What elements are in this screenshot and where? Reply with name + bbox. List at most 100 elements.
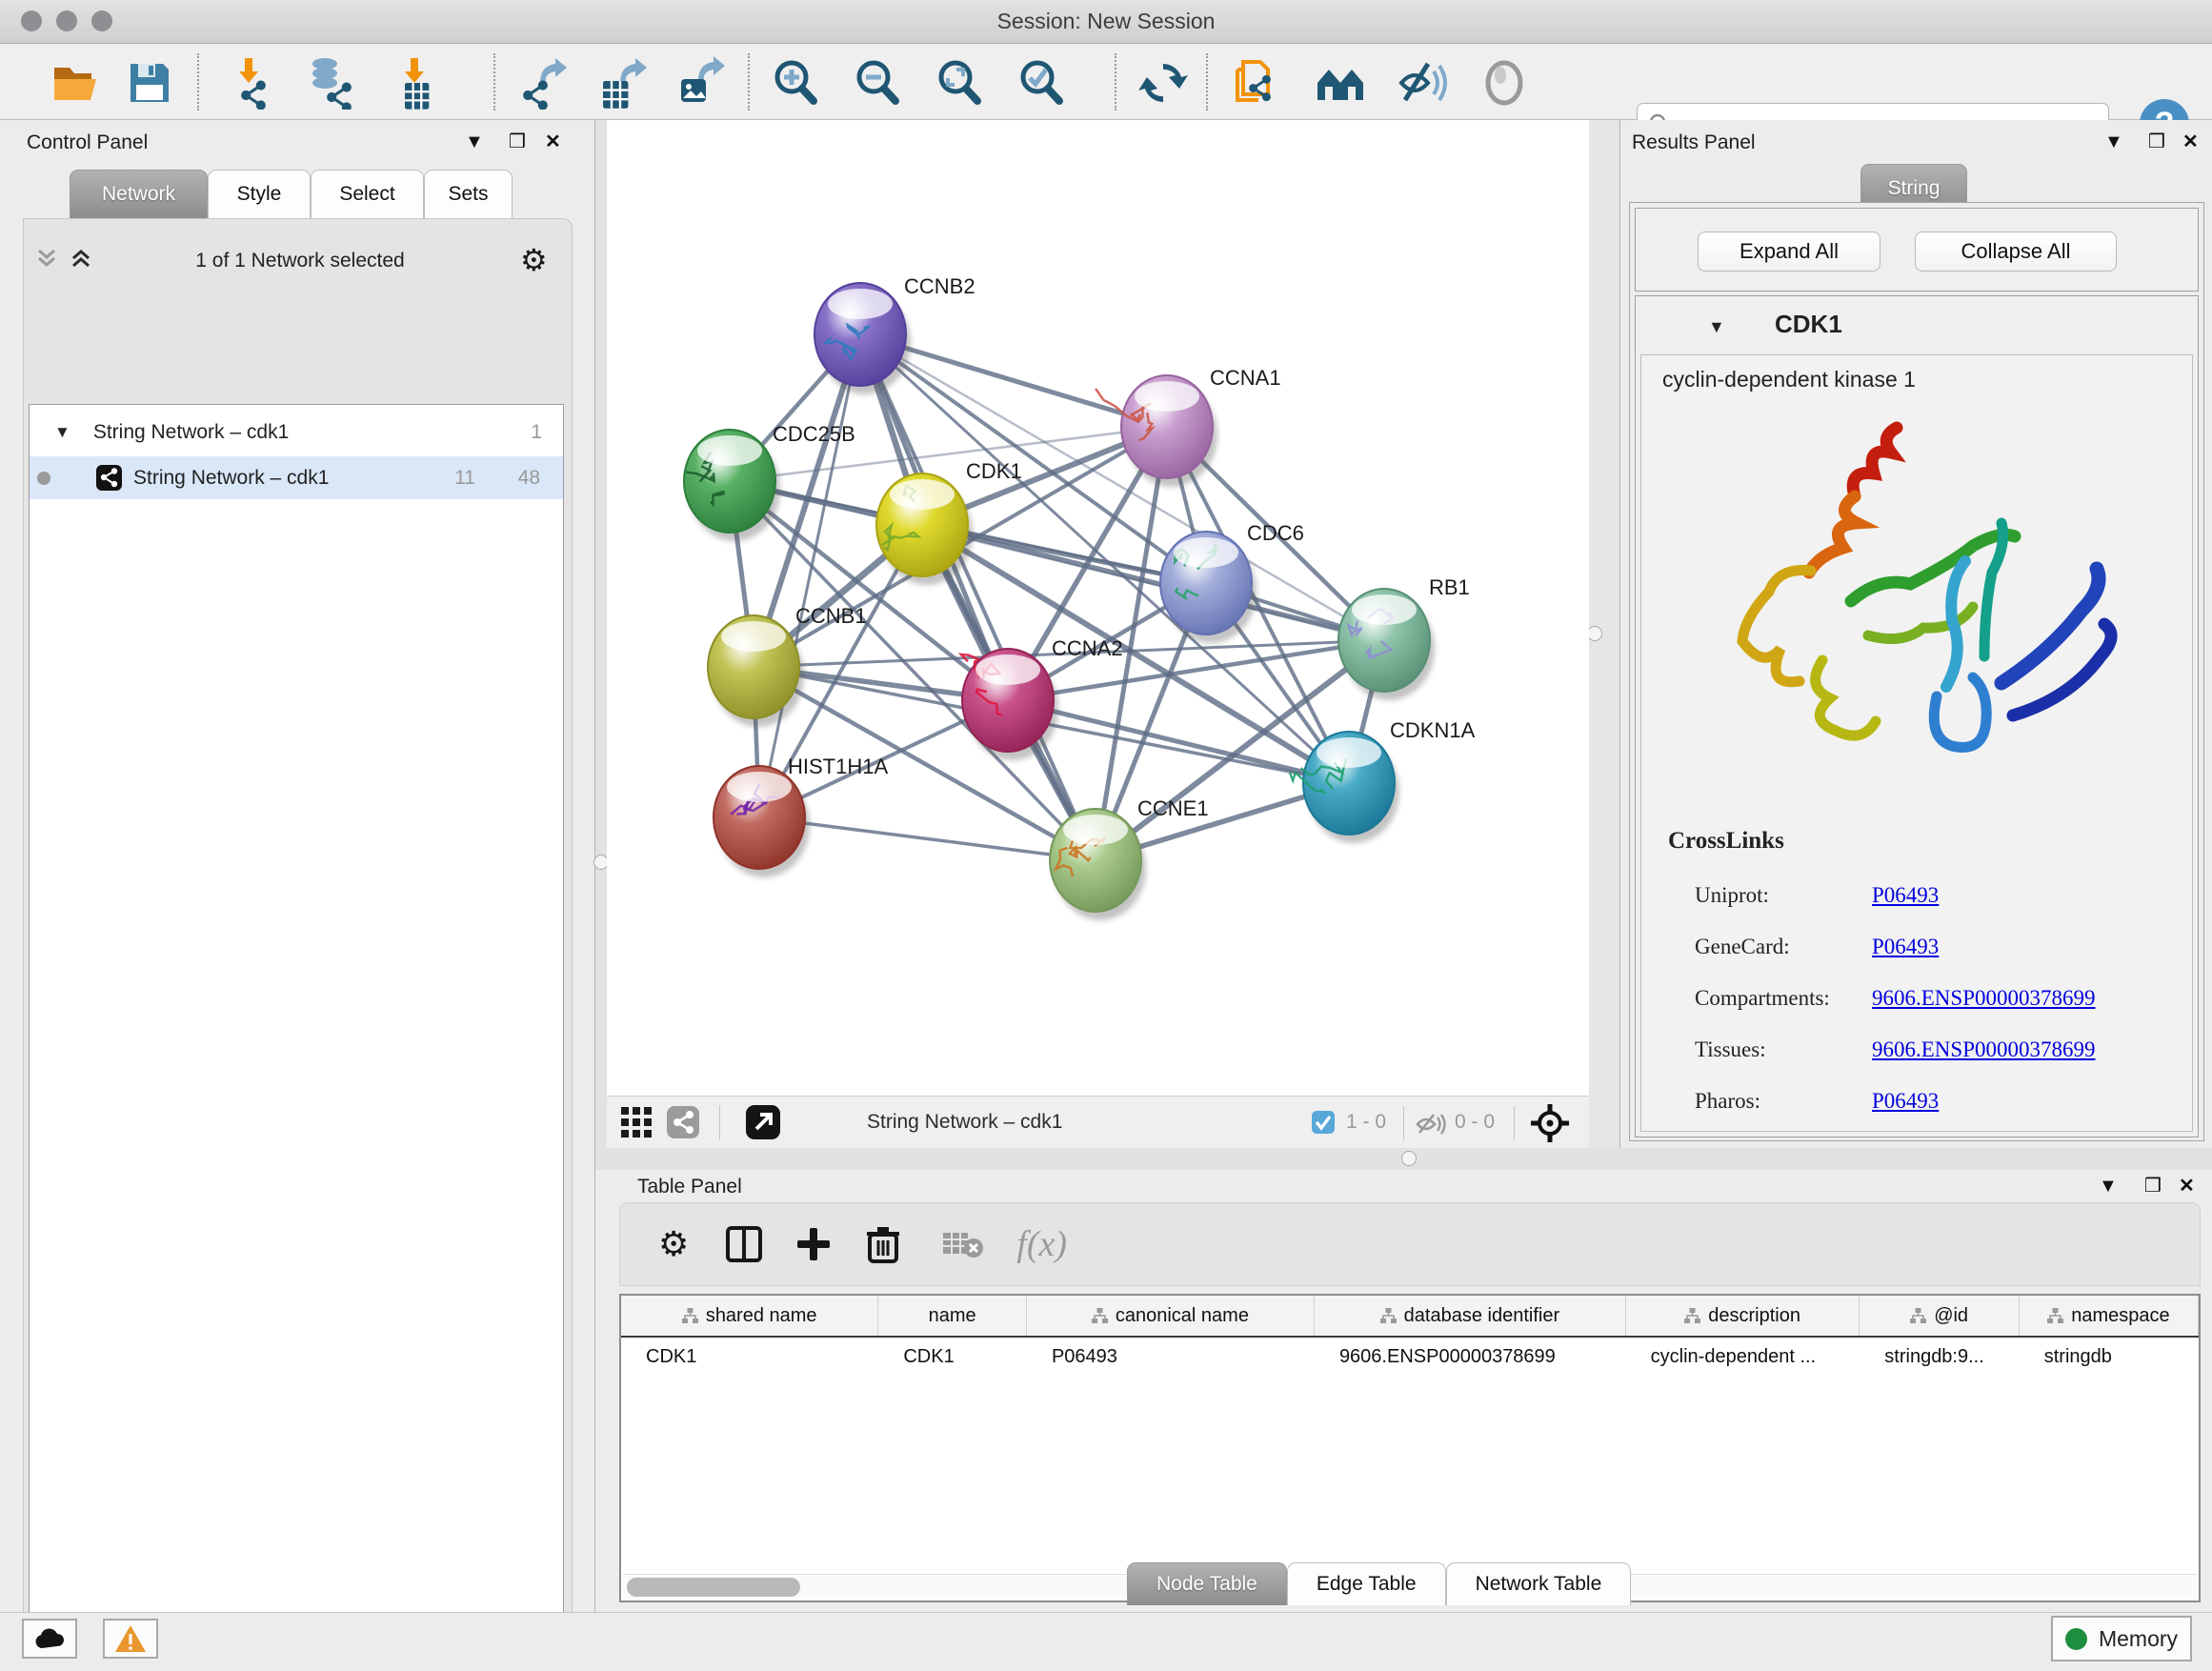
export-image-button[interactable]: [673, 55, 728, 111]
tab-sets[interactable]: Sets: [424, 170, 513, 218]
column-header-canonical-name[interactable]: canonical name: [1027, 1296, 1315, 1336]
import-network-file-button[interactable]: [225, 55, 280, 111]
edge-CCNB2-CCNE1[interactable]: [860, 334, 1096, 860]
zoom-in-button[interactable]: [768, 55, 823, 111]
zoom-out-button[interactable]: [850, 55, 905, 111]
crosslink-link[interactable]: 9606.ENSP00000378699: [1872, 1037, 2096, 1062]
results-panel-collapse-icon[interactable]: ▼: [2104, 131, 2123, 153]
import-table-button[interactable]: [389, 55, 444, 111]
warning-button[interactable]: [103, 1619, 158, 1659]
collapse-all-networks-icon[interactable]: [34, 246, 59, 271]
open-session-button[interactable]: [50, 55, 105, 111]
column-header-database-identifier[interactable]: database identifier: [1315, 1296, 1626, 1336]
create-column-plus-icon[interactable]: [795, 1226, 832, 1262]
node-label-CDK1: CDK1: [966, 459, 1022, 483]
right-splitter-handle[interactable]: [1587, 626, 1602, 641]
control-panel-float-icon[interactable]: ❒: [509, 130, 526, 153]
column-header-shared-name[interactable]: shared name: [621, 1296, 878, 1336]
export-network-button[interactable]: [514, 55, 570, 111]
results-panel-close-icon[interactable]: ✕: [2182, 130, 2199, 153]
control-panel-close-icon[interactable]: ✕: [545, 130, 561, 153]
node-label-CDC6: CDC6: [1247, 521, 1304, 545]
delete-column-trash-icon[interactable]: [866, 1225, 900, 1263]
node-RB1[interactable]: RB1: [1338, 575, 1470, 700]
string-home-button[interactable]: [1313, 55, 1368, 111]
network-options-gear-icon[interactable]: ⚙: [520, 242, 548, 278]
save-session-button[interactable]: [122, 55, 177, 111]
table-cell: stringdb: [2020, 1338, 2199, 1376]
expand-all-button[interactable]: Expand All: [1698, 232, 1880, 272]
crosslink-link[interactable]: P06493: [1872, 935, 1939, 959]
crosslink-link[interactable]: 9606.ENSP00000378699: [1872, 986, 2096, 1011]
column-label: canonical name: [1116, 1305, 1249, 1327]
cloud-button[interactable]: [22, 1619, 77, 1659]
table-row[interactable]: CDK1CDK1P064939606.ENSP00000378699cyclin…: [621, 1338, 2199, 1376]
tab-network-table[interactable]: Network Table: [1446, 1562, 1632, 1605]
hidden-eye-icon[interactable]: [1415, 1112, 1447, 1137]
column-header--id[interactable]: @id: [1860, 1296, 2019, 1336]
network-row-selected[interactable]: String Network – cdk1 11 48: [30, 456, 563, 499]
zoom-fit-button[interactable]: [932, 55, 987, 111]
collection-expander-icon[interactable]: ▼: [54, 423, 70, 442]
left-splitter[interactable]: [595, 120, 607, 1148]
table-h-scrollbar-thumb[interactable]: [627, 1578, 800, 1597]
column-header-description[interactable]: description: [1626, 1296, 1860, 1336]
node-HIST1H1A[interactable]: HIST1H1A: [714, 755, 888, 877]
refresh-button[interactable]: [1136, 55, 1191, 111]
network-collection-row[interactable]: ▼ String Network – cdk1 1: [30, 411, 563, 453]
function-builder-icon[interactable]: f(x): [1016, 1223, 1067, 1265]
import-network-database-button[interactable]: [303, 55, 358, 111]
node-CCNB2[interactable]: CCNB2: [814, 274, 975, 394]
edge-CDK1-RB1[interactable]: [922, 525, 1384, 640]
export-network-icon: [515, 56, 569, 110]
tab-edge-table[interactable]: Edge Table: [1287, 1562, 1446, 1605]
delete-table-icon[interactable]: [942, 1229, 984, 1259]
tab-select[interactable]: Select: [311, 170, 424, 218]
string-network-icon: [96, 465, 122, 491]
crosslink-label: Uniprot:: [1695, 883, 1872, 908]
table-options-gear-icon[interactable]: ⚙: [658, 1224, 689, 1264]
memory-button[interactable]: Memory: [2051, 1616, 2192, 1661]
crosslink-link[interactable]: P06493: [1872, 883, 1939, 908]
column-header-namespace[interactable]: namespace: [2020, 1296, 2199, 1336]
results-panel-float-icon[interactable]: ❒: [2148, 130, 2165, 153]
horizontal-splitter-handle[interactable]: [1401, 1151, 1417, 1166]
hide-unhide-button[interactable]: [1395, 55, 1450, 111]
node-CCNE1[interactable]: CCNE1: [1050, 796, 1209, 920]
tab-network[interactable]: Network: [70, 170, 208, 218]
open-in-browser-icon[interactable]: [745, 1104, 781, 1140]
network-canvas[interactable]: CCNB2CCNA1CDC25BCDK1CDC6RB1CCNB1CCNA2CDK…: [607, 120, 1589, 1096]
zoom-in-icon: [770, 57, 821, 109]
table-cell: P06493: [1027, 1338, 1315, 1376]
table-panel-title: Table Panel: [637, 1176, 742, 1198]
selected-checkbox-icon[interactable]: [1311, 1110, 1336, 1135]
birds-eye-grid-icon[interactable]: [620, 1106, 653, 1138]
network-node-count: 11: [454, 467, 475, 490]
collapse-all-button[interactable]: Collapse All: [1915, 232, 2117, 272]
table-panel-close-icon[interactable]: ✕: [2179, 1174, 2195, 1198]
horizontal-splitter[interactable]: [595, 1148, 2212, 1170]
node-table[interactable]: shared namename canonical name database id…: [619, 1294, 2201, 1602]
node-CCNA1[interactable]: CCNA1: [1096, 366, 1281, 487]
expand-all-networks-icon[interactable]: [69, 246, 93, 271]
toolbar-separator: [1115, 53, 1116, 111]
table-panel-collapse-icon[interactable]: ▼: [2099, 1176, 2118, 1198]
table-panel-float-icon[interactable]: ❒: [2144, 1174, 2162, 1198]
column-header-name[interactable]: name: [878, 1296, 1027, 1336]
entry-expander-icon[interactable]: ▼: [1708, 317, 1725, 337]
crosslink-link[interactable]: P06493: [1872, 1089, 1939, 1114]
export-table-button[interactable]: [594, 55, 650, 111]
share-document-button[interactable]: [1231, 55, 1286, 111]
save-session-icon: [123, 56, 176, 110]
node-label-CCNB1: CCNB1: [795, 604, 867, 628]
presentation-eye-button[interactable]: [1477, 55, 1532, 111]
tab-node-table[interactable]: Node Table: [1127, 1562, 1287, 1605]
zoom-selected-button[interactable]: [1014, 55, 1069, 111]
center-view-crosshair-icon[interactable]: [1529, 1102, 1571, 1144]
network-share-icon[interactable]: [666, 1105, 700, 1139]
hide-unhide-icon: [1396, 56, 1449, 110]
edge-HIST1H1A-CCNB2[interactable]: [759, 334, 860, 817]
show-columns-icon[interactable]: [725, 1225, 763, 1263]
control-panel-collapse-icon[interactable]: ▼: [465, 131, 484, 153]
tab-style[interactable]: Style: [208, 170, 311, 218]
